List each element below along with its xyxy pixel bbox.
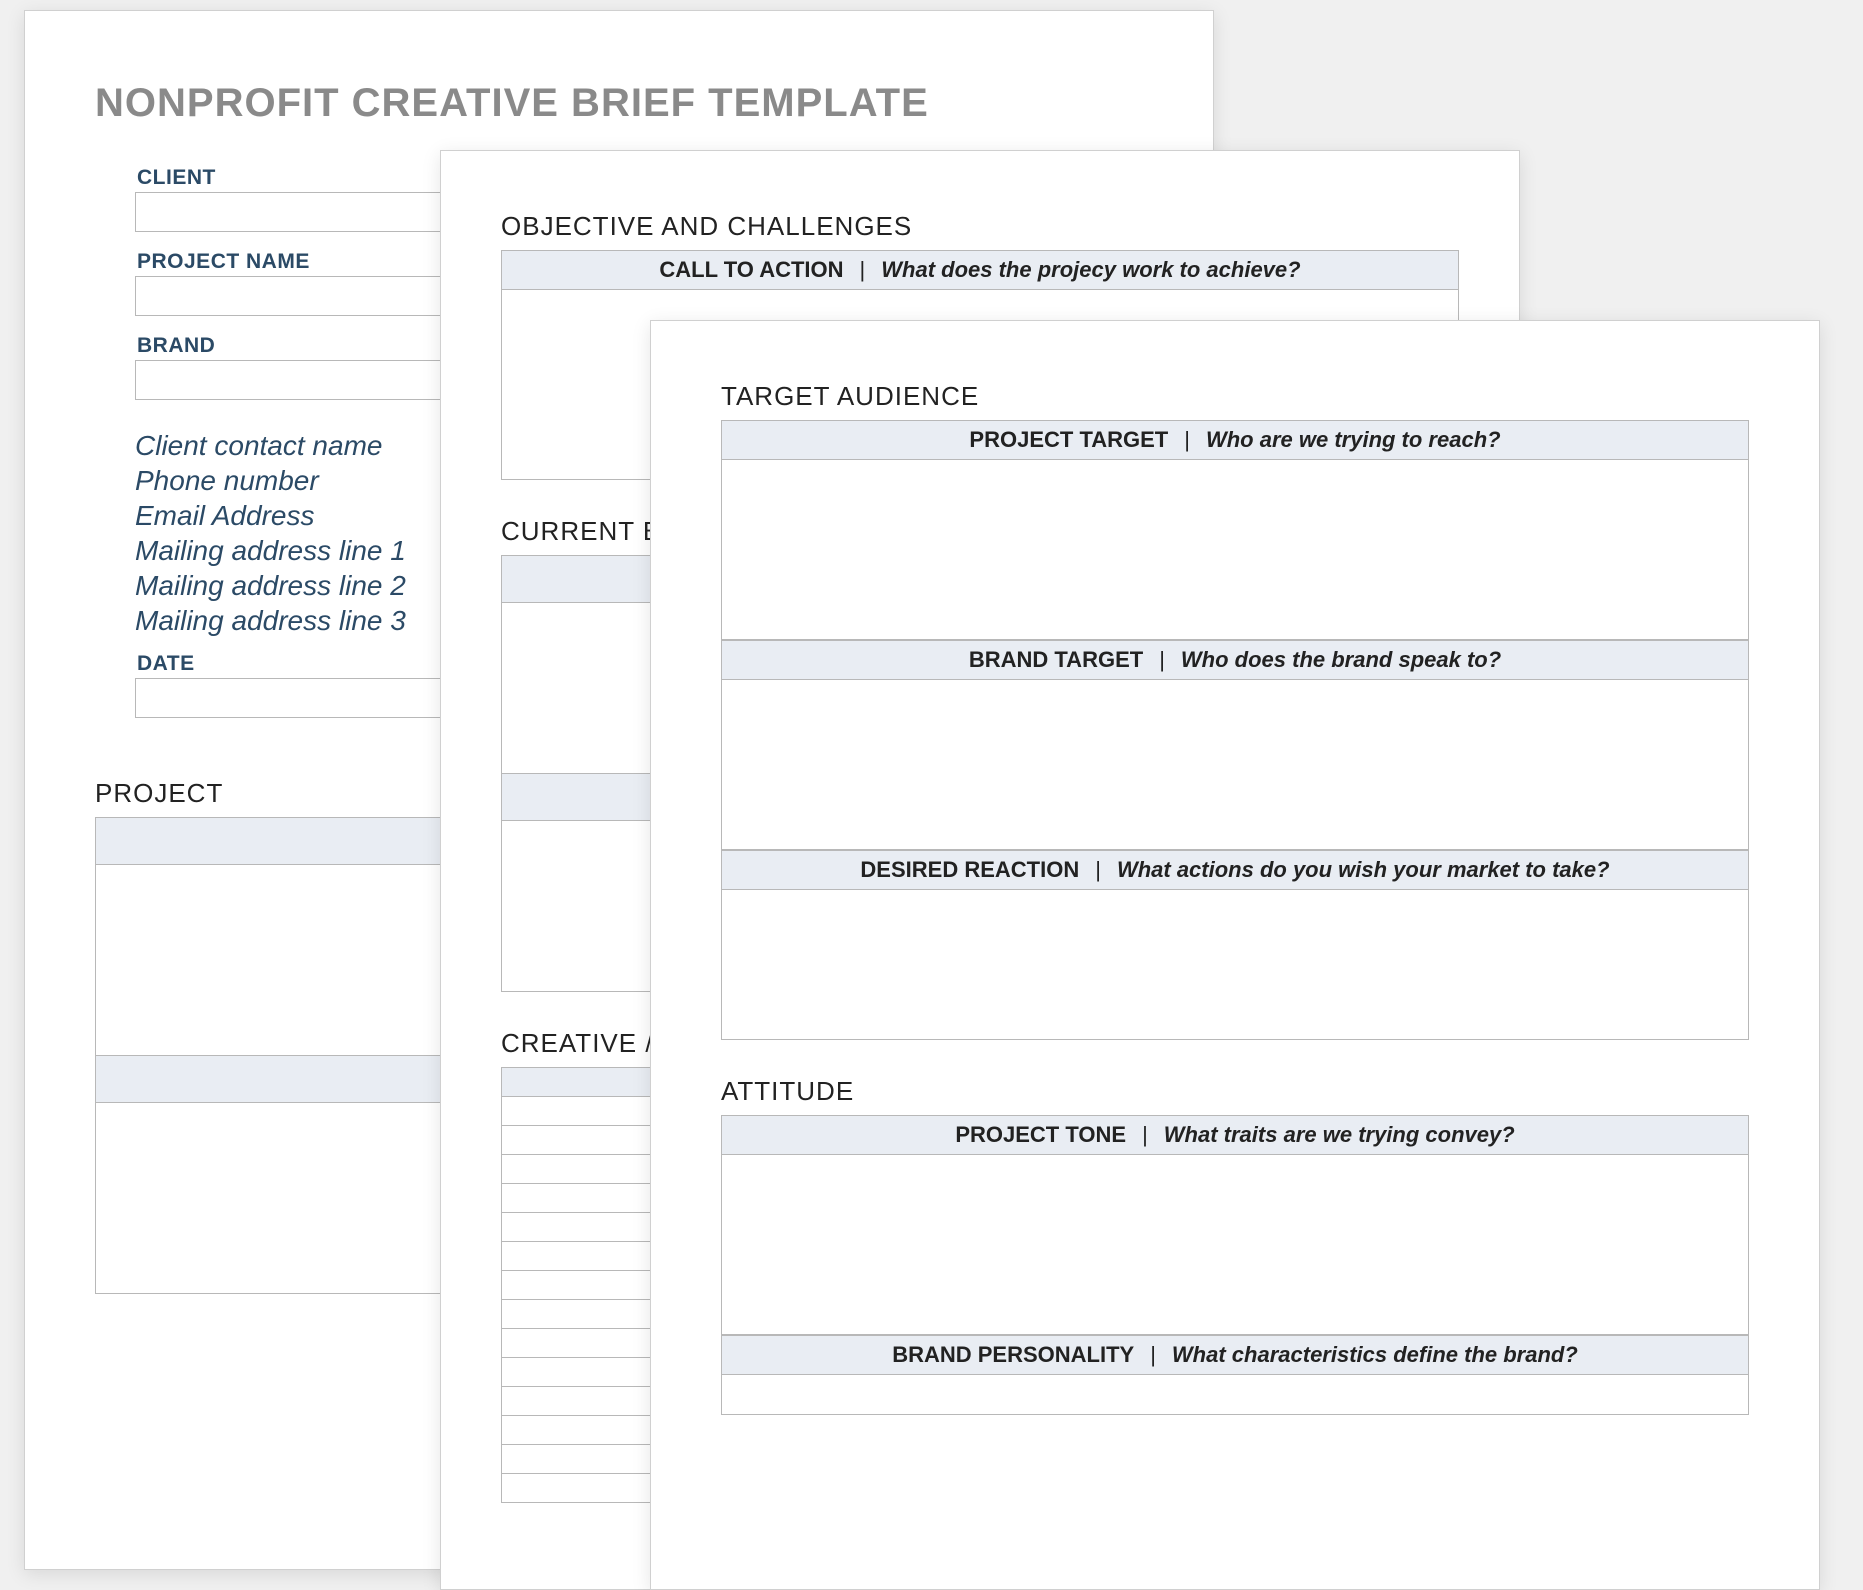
target-bar: DESIRED REACTION | What actions do you wis… <box>721 850 1749 890</box>
cta-bar: CALL TO ACTION | What does the projecy w… <box>501 250 1459 290</box>
target-area[interactable] <box>721 890 1749 1040</box>
separator: | <box>1095 857 1101 883</box>
separator: | <box>1184 427 1190 453</box>
attitude-bar: BRAND PERSONALITY | What characteristics d… <box>721 1335 1749 1375</box>
separator: | <box>860 257 866 283</box>
document-title: NONPROFIT CREATIVE BRIEF TEMPLATE <box>95 81 1143 126</box>
attitude-sub: What traits are we trying convey? <box>1164 1122 1515 1148</box>
attitude-bar: PROJECT TONE | What traits are we trying c… <box>721 1115 1749 1155</box>
attitude-area[interactable] <box>721 1375 1749 1415</box>
separator: | <box>1159 647 1165 673</box>
target-area[interactable] <box>721 680 1749 850</box>
target-sub: What actions do you wish your market to … <box>1117 857 1610 883</box>
separator: | <box>1142 1122 1148 1148</box>
attitude-lead: PROJECT TONE <box>955 1122 1126 1148</box>
attitude-area[interactable] <box>721 1155 1749 1335</box>
target-lead: DESIRED REACTION <box>860 857 1079 883</box>
separator: | <box>1150 1342 1156 1368</box>
attitude-sub: What characteristics define the brand? <box>1172 1342 1578 1368</box>
brand-input[interactable] <box>135 360 475 400</box>
target-lead: PROJECT TARGET <box>969 427 1168 453</box>
target-audience-list: PROJECT TARGET | Who are we trying to reac… <box>721 420 1749 1040</box>
objective-heading: OBJECTIVE AND CHALLENGES <box>501 211 1459 242</box>
target-lead: BRAND TARGET <box>969 647 1143 673</box>
attitude-lead: BRAND PERSONALITY <box>892 1342 1134 1368</box>
cta-lead: CALL TO ACTION <box>659 257 843 283</box>
target-bar: PROJECT TARGET | Who are we trying to reac… <box>721 420 1749 460</box>
project-name-input[interactable] <box>135 276 475 316</box>
target-sub: Who does the brand speak to? <box>1181 647 1501 673</box>
attitude-list: PROJECT TONE | What traits are we trying c… <box>721 1115 1749 1415</box>
target-area[interactable] <box>721 460 1749 640</box>
target-sub: Who are we trying to reach? <box>1206 427 1501 453</box>
template-page-3: TARGET AUDIENCE PROJECT TARGET | Who are w… <box>650 320 1820 1590</box>
date-input[interactable] <box>135 678 475 718</box>
target-bar: BRAND TARGET | Who does the brand speak to… <box>721 640 1749 680</box>
client-input[interactable] <box>135 192 475 232</box>
attitude-heading: ATTITUDE <box>721 1076 1749 1107</box>
target-audience-heading: TARGET AUDIENCE <box>721 381 1749 412</box>
cta-sub: What does the projecy work to achieve? <box>881 257 1300 283</box>
